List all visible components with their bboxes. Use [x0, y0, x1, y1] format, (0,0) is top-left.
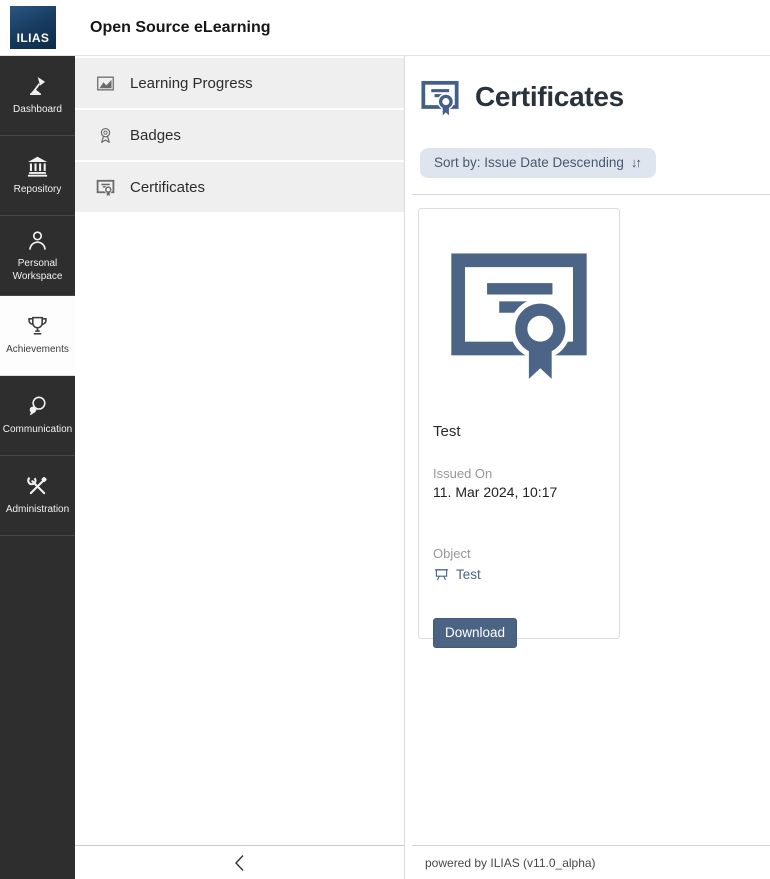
object-link[interactable]: Test: [433, 566, 605, 583]
page-title: Certificates: [475, 81, 624, 113]
ilias-logo[interactable]: ILIAS: [10, 6, 56, 49]
sidebar-item-communication[interactable]: Communication: [0, 376, 75, 456]
slate-item-certificates[interactable]: Certificates: [75, 162, 404, 212]
certificate-icon: [420, 77, 460, 117]
sidebar-item-personal-workspace[interactable]: Personal Workspace: [0, 216, 75, 296]
slate-footer: [75, 845, 404, 879]
sort-arrows-icon: ↓↑: [631, 155, 642, 170]
page-header-title: Open Source eLearning: [90, 19, 270, 37]
page-heading: Certificates: [405, 77, 770, 117]
object-label: Object: [433, 546, 605, 561]
issued-on-value: 11. Mar 2024, 10:17: [433, 484, 605, 500]
sort-by-button[interactable]: Sort by: Issue Date Descending ↓↑: [420, 148, 656, 178]
sidebar-item-achievements[interactable]: Achievements: [0, 296, 75, 376]
area-chart-icon: [96, 74, 115, 93]
trophy-icon: [25, 314, 50, 339]
sidebar-item-administration[interactable]: Administration: [0, 456, 75, 536]
ilias-app: ILIAS Open Source eLearning Dashboard: [0, 0, 770, 879]
section-divider: [412, 194, 770, 195]
certificate-title: Test: [433, 423, 605, 440]
achievements-slate: Learning Progress Badges: [75, 56, 405, 879]
top-header: ILIAS Open Source eLearning: [0, 0, 770, 56]
certificate-card: Test Issued On 11. Mar 2024, 10:17 Objec…: [418, 208, 620, 639]
certificate-icon: [96, 178, 115, 197]
mainbar: Dashboard Repository: [0, 56, 75, 879]
crossed-tools-icon: [25, 474, 50, 499]
certificate-icon: [446, 239, 592, 385]
chat-bubbles-icon: [25, 394, 50, 419]
sidebar-item-repository[interactable]: Repository: [0, 136, 75, 216]
collapse-slate-button[interactable]: [225, 850, 255, 876]
lamp-icon: [25, 74, 50, 99]
badge-rosette-icon: [96, 126, 115, 145]
main-content: Certificates Sort by: Issue Date Descend…: [405, 56, 770, 879]
slate-item-badges[interactable]: Badges: [75, 110, 404, 160]
issued-on-label: Issued On: [433, 466, 605, 481]
powered-by-footer: powered by ILIAS (v11.0_alpha): [412, 845, 770, 879]
bank-icon: [25, 154, 50, 179]
test-board-icon: [433, 566, 450, 583]
slate-item-learning-progress[interactable]: Learning Progress: [75, 58, 404, 108]
person-icon: [25, 228, 50, 253]
chevron-left-icon: [234, 854, 245, 872]
download-button[interactable]: Download: [433, 618, 517, 648]
sidebar-item-dashboard[interactable]: Dashboard: [0, 56, 75, 136]
